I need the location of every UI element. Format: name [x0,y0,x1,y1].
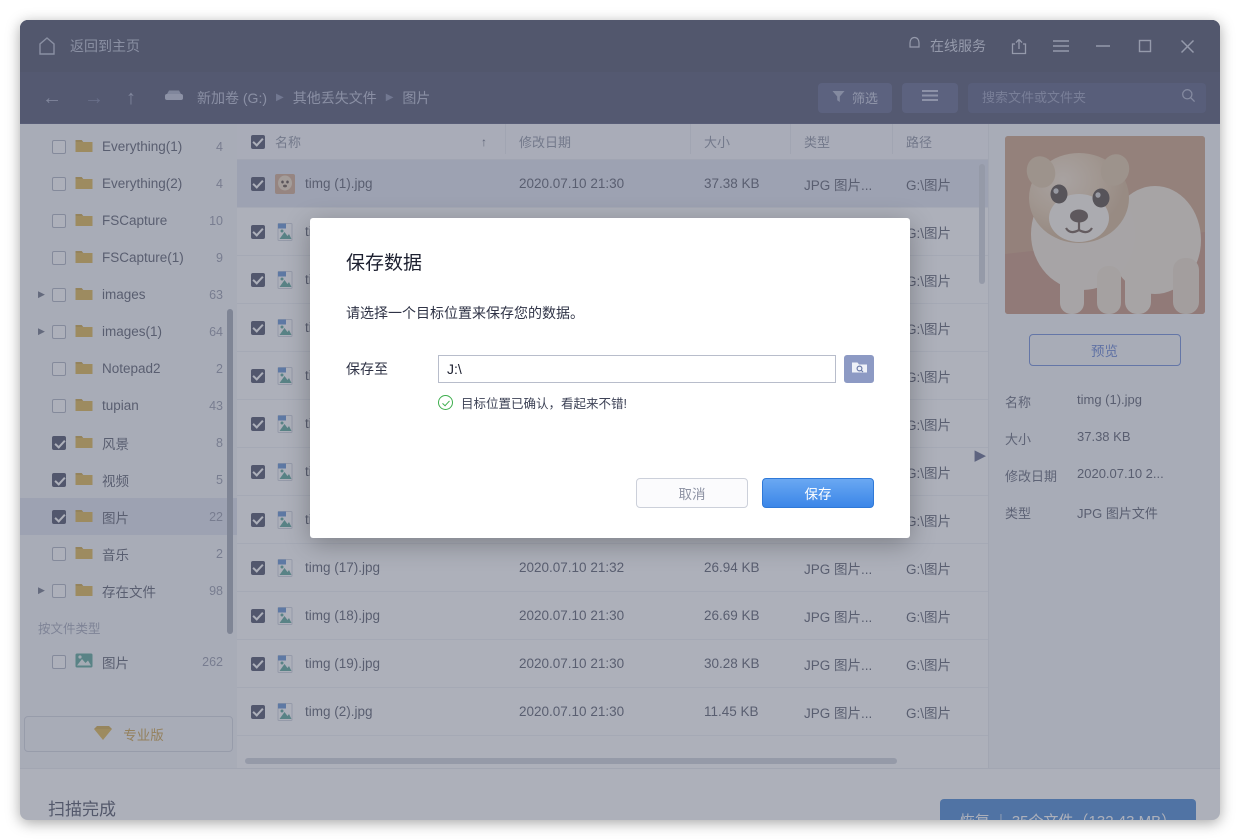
folder-search-icon [851,360,868,379]
application-window: 返回到主页 在线服务 [20,20,1220,820]
check-circle-outline-icon [438,395,453,410]
dialog-title: 保存数据 [346,248,874,275]
save-to-input[interactable] [438,355,836,383]
cancel-button[interactable]: 取消 [636,478,748,508]
save-data-dialog: 保存数据 请选择一个目标位置来保存您的数据。 保存至 目标位置已确认，看起来不错… [310,218,910,538]
browse-folder-button[interactable] [844,355,874,383]
save-to-field-row: 保存至 [346,355,874,383]
dialog-description: 请选择一个目标位置来保存您的数据。 [346,303,874,323]
validation-hint-text: 目标位置已确认，看起来不错! [461,393,627,412]
save-to-label: 保存至 [346,359,438,379]
validation-hint: 目标位置已确认，看起来不错! [438,393,874,412]
save-button[interactable]: 保存 [762,478,874,508]
dialog-actions: 取消 保存 [636,478,874,508]
